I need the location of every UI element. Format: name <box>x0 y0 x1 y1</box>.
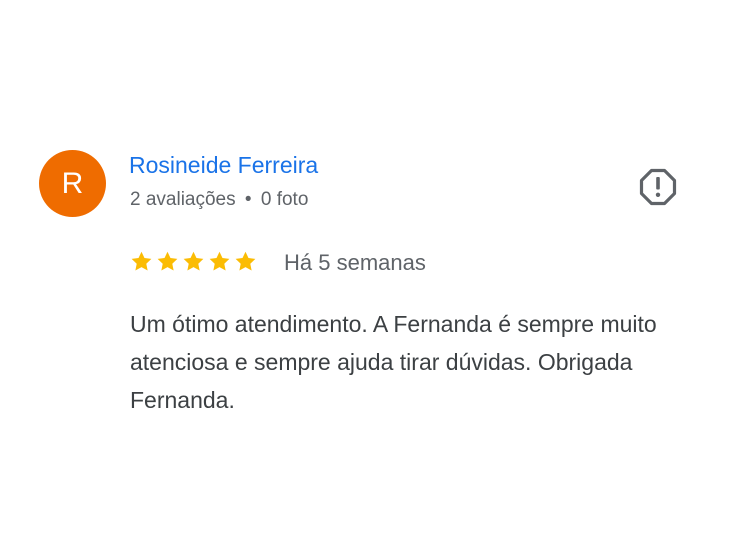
star-icon <box>209 251 230 271</box>
report-button[interactable] <box>638 167 678 207</box>
review-time: Há 5 semanas <box>284 250 426 275</box>
report-icon <box>639 168 677 206</box>
star-icon <box>183 251 204 271</box>
reviewer-meta: 2 avaliações • 0 foto <box>130 189 308 211</box>
avatar[interactable]: R <box>39 150 106 217</box>
star-rating <box>130 250 257 273</box>
reviews-count: 2 avaliações <box>130 189 236 210</box>
star-icon <box>235 251 256 271</box>
star-icon <box>131 251 152 271</box>
star-icon <box>157 251 178 271</box>
review-card: R Rosineide Ferreira 2 avaliações • 0 fo… <box>0 0 740 545</box>
avatar-initial: R <box>61 167 84 200</box>
photos-count: 0 foto <box>260 189 309 210</box>
review-text: Um ótimo atendimento. A Fernanda é sempr… <box>130 311 657 413</box>
reviewer-name-link[interactable]: Rosineide Ferreira <box>129 152 318 179</box>
meta-separator: • <box>244 189 252 210</box>
